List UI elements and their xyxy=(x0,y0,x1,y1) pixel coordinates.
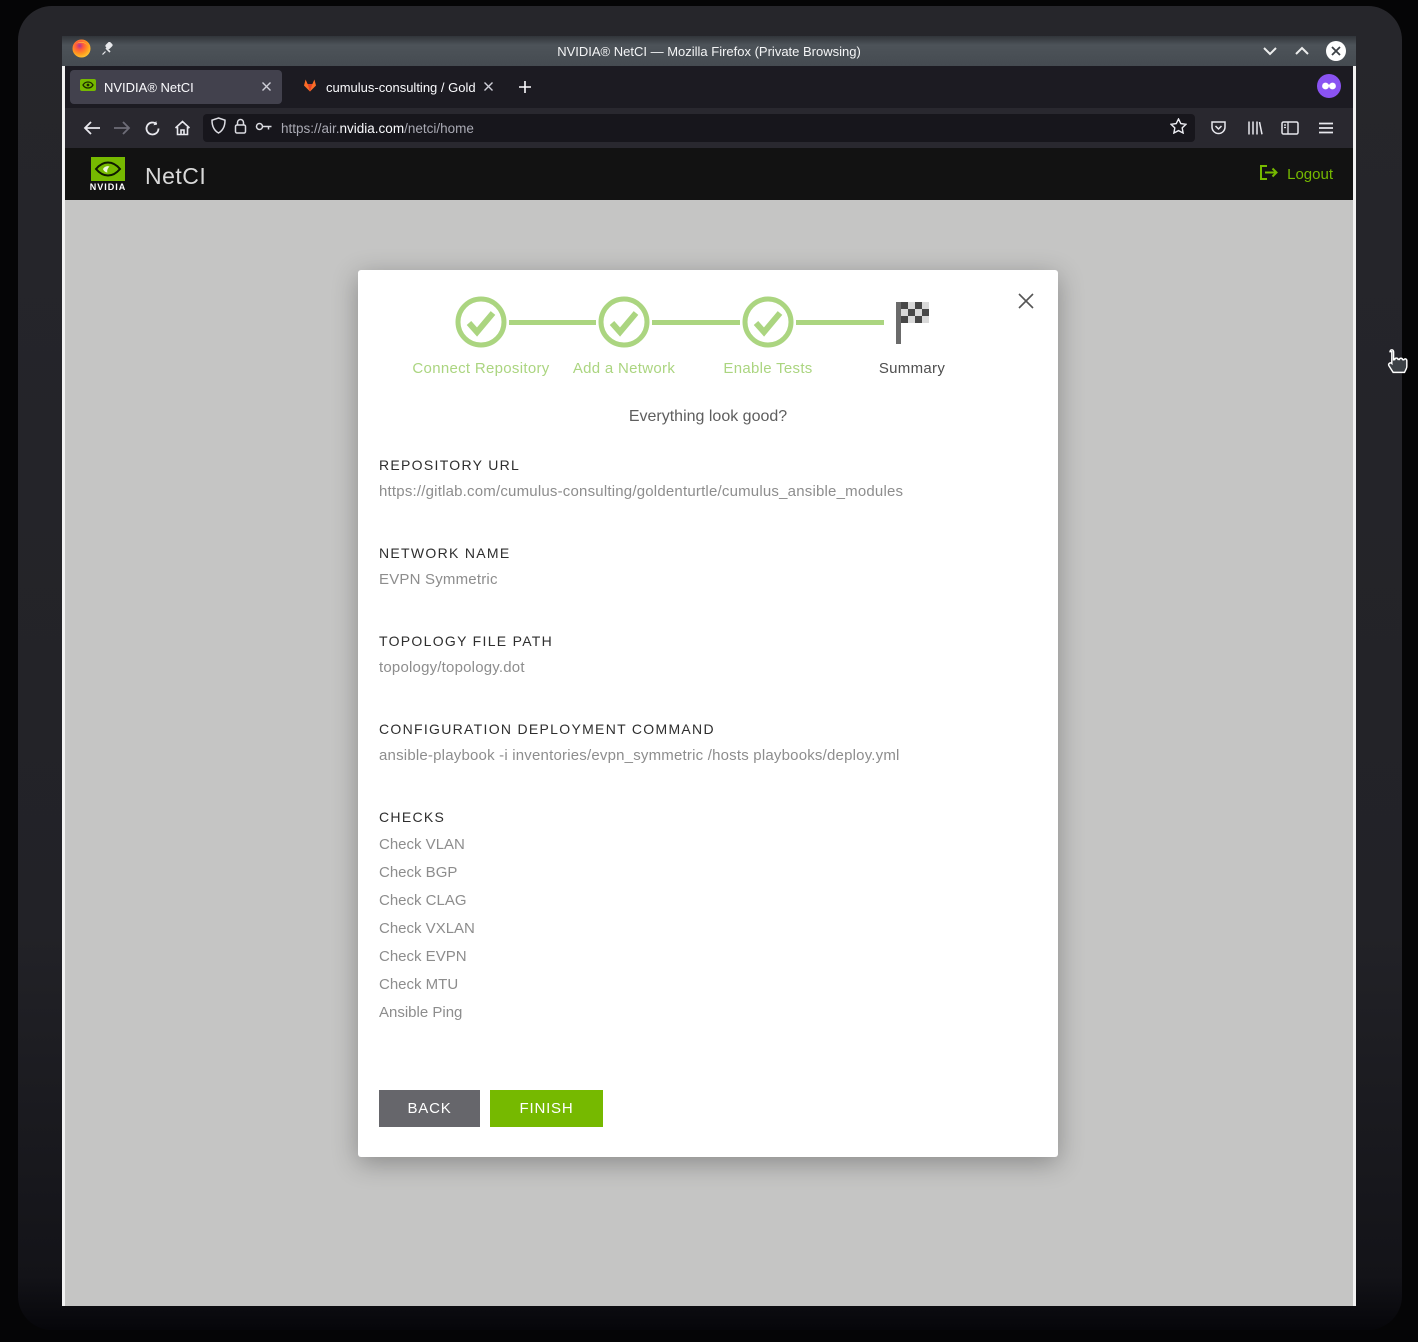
step-label: Summary xyxy=(879,360,945,377)
step-label: Enable Tests xyxy=(723,360,812,377)
check-item: Check MTU xyxy=(379,971,475,999)
nvidia-logo: NVIDIA xyxy=(85,157,131,192)
nvidia-favicon xyxy=(80,77,96,98)
nvidia-wordmark: NVIDIA xyxy=(90,182,127,192)
lock-icon[interactable] xyxy=(234,118,247,139)
tab-close-icon[interactable] xyxy=(483,80,494,95)
wizard-step-enable-tests: Enable Tests xyxy=(688,360,848,378)
mouse-cursor xyxy=(1380,348,1410,387)
tab-netci[interactable]: NVIDIA® NetCI xyxy=(70,70,282,104)
app-header: NVIDIA NetCI Logout xyxy=(65,148,1353,200)
wizard-step-connect-repository: Connect Repository xyxy=(401,360,561,378)
field-value-deployment-command: ansible-playbook -i inventories/evpn_sym… xyxy=(379,747,900,764)
check-item: Check BGP xyxy=(379,859,475,887)
titlebar: NVIDIA® NetCI — Mozilla Firefox (Private… xyxy=(62,36,1356,66)
minimize-button[interactable] xyxy=(1262,46,1278,56)
key-icon[interactable] xyxy=(255,119,273,137)
field-label-repository-url: REPOSITORY URL xyxy=(379,457,520,473)
private-browsing-icon xyxy=(1317,74,1341,98)
logout-icon xyxy=(1259,164,1279,185)
forward-button[interactable] xyxy=(107,113,137,143)
step-label: Connect Repository xyxy=(412,360,549,377)
check-item: Ansible Ping xyxy=(379,999,475,1027)
check-item: Check EVPN xyxy=(379,943,475,971)
field-value-repository-url: https://gitlab.com/cumulus-consulting/go… xyxy=(379,483,903,500)
app-title: NetCI xyxy=(145,163,206,190)
new-tab-button[interactable] xyxy=(518,77,532,100)
tab-title: NVIDIA® NetCI xyxy=(104,80,253,95)
step-label: Add a Network xyxy=(573,360,675,377)
pocket-icon[interactable] xyxy=(1203,113,1233,143)
finish-flag-icon xyxy=(892,300,932,351)
field-label-deployment-command: CONFIGURATION DEPLOYMENT COMMAND xyxy=(379,721,715,737)
step-connector xyxy=(796,320,884,325)
summary-question: Everything look good? xyxy=(358,408,1058,426)
desktop: NVIDIA® NetCI — Mozilla Firefox (Private… xyxy=(0,0,1418,1342)
check-item: Check CLAG xyxy=(379,887,475,915)
back-button[interactable] xyxy=(77,113,107,143)
close-window-button[interactable] xyxy=(1326,41,1346,61)
url-bar[interactable]: https://air.nvidia.com/netci/home xyxy=(203,114,1195,142)
bookmark-star-icon[interactable] xyxy=(1170,118,1187,139)
back-button[interactable]: BACK xyxy=(379,1090,480,1127)
field-label-network-name: NETWORK NAME xyxy=(379,545,511,561)
reload-button[interactable] xyxy=(137,113,167,143)
modal-close-icon[interactable] xyxy=(1015,290,1037,312)
menu-icon[interactable] xyxy=(1311,113,1341,143)
sidebar-toggle-icon[interactable] xyxy=(1275,113,1305,143)
checks-label: CHECKS xyxy=(379,809,445,825)
gitlab-favicon xyxy=(302,77,318,98)
step-check-icon xyxy=(742,296,794,353)
field-label-topology-file-path: TOPOLOGY FILE PATH xyxy=(379,633,553,649)
wizard-modal: Connect Repository Add a Network Enable … xyxy=(358,270,1058,1157)
tab-gitlab[interactable]: cumulus-consulting / Golde xyxy=(292,70,504,104)
tab-title: cumulus-consulting / Golde xyxy=(326,80,475,95)
step-connector xyxy=(509,320,596,325)
check-item: Check VXLAN xyxy=(379,915,475,943)
wizard-step-summary: Summary xyxy=(832,360,992,378)
tracking-protection-icon[interactable] xyxy=(211,117,226,139)
maximize-button[interactable] xyxy=(1294,46,1310,56)
finish-button[interactable]: FINISH xyxy=(490,1090,603,1127)
wizard-step-add-network: Add a Network xyxy=(544,360,704,378)
step-check-icon xyxy=(598,296,650,353)
step-connector xyxy=(652,320,740,325)
step-check-icon xyxy=(455,296,507,353)
logout-button[interactable]: Logout xyxy=(1259,164,1333,185)
window-title: NVIDIA® NetCI — Mozilla Firefox (Private… xyxy=(62,44,1356,59)
checks-list: Check VLAN Check BGP Check CLAG Check VX… xyxy=(379,831,475,1027)
check-item: Check VLAN xyxy=(379,831,475,859)
url-text[interactable]: https://air.nvidia.com/netci/home xyxy=(281,121,1162,136)
tab-strip: NVIDIA® NetCI cumulus-consulting / Golde xyxy=(65,66,1353,108)
home-button[interactable] xyxy=(167,113,197,143)
tab-close-icon[interactable] xyxy=(261,80,272,95)
field-value-network-name: EVPN Symmetric xyxy=(379,571,498,588)
nav-toolbar: https://air.nvidia.com/netci/home xyxy=(65,108,1353,148)
nvidia-eye-icon xyxy=(91,157,125,181)
logout-label: Logout xyxy=(1287,166,1333,183)
field-value-topology-file-path: topology/topology.dot xyxy=(379,659,525,676)
library-icon[interactable] xyxy=(1239,113,1269,143)
